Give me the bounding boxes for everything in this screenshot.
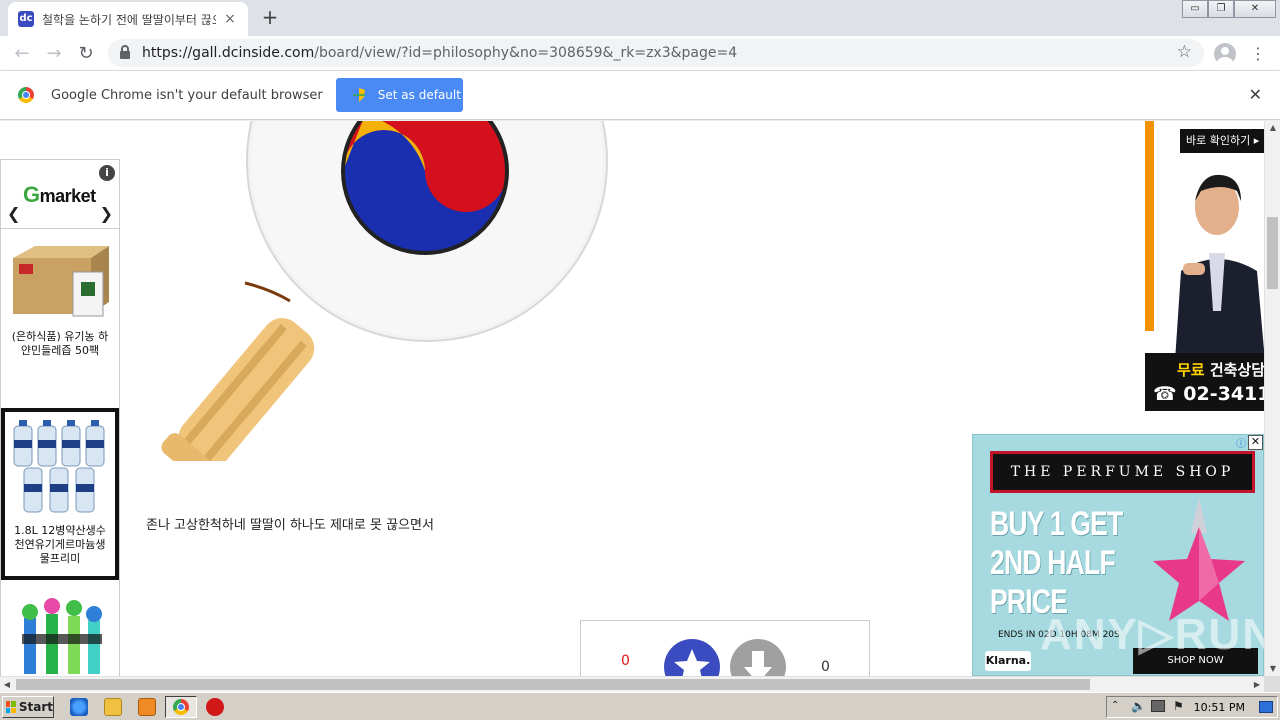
ad-model-photo xyxy=(1175,174,1264,361)
ad-product-item[interactable] xyxy=(1,590,119,676)
tab-title: 철학을 논하기 전에 딸딸이부터 끊으 xyxy=(42,12,216,27)
star-icon xyxy=(674,649,710,676)
scrollbar-corner xyxy=(1264,676,1280,692)
forward-icon[interactable]: → xyxy=(40,40,68,68)
ad-contact-strip: 무료 건축상담 ☎ 02-3411-9 xyxy=(1145,353,1264,411)
ad-line-consult: 무료 건축상담 xyxy=(1177,361,1264,379)
scroll-down-icon[interactable]: ▼ xyxy=(1265,662,1280,676)
browser-tab[interactable]: dc 철학을 논하기 전에 딸딸이부터 끊으 × xyxy=(8,2,248,36)
back-icon[interactable]: ← xyxy=(8,40,36,68)
address-bar[interactable]: https://gall.dcinside.com/board/view/?id… xyxy=(108,39,1204,67)
chrome-logo-icon xyxy=(18,87,34,103)
ad-choices-icon[interactable]: ⓘ xyxy=(1236,435,1246,450)
show-desktop-icon[interactable] xyxy=(1259,701,1273,713)
ad-product-item[interactable]: (은하식품) 유기농 하얀민들레즙 50팩 xyxy=(1,236,119,358)
system-tray: ⌃ 🔈 ⚑ 10:51 PM xyxy=(1106,696,1278,718)
lock-icon xyxy=(120,45,130,59)
downvote-count: 0 xyxy=(821,659,830,675)
uac-shield-icon xyxy=(352,88,365,102)
ad-accent-bar xyxy=(1145,121,1154,331)
url-text: https://gall.dcinside.com/board/view/?id… xyxy=(142,45,738,61)
volume-icon[interactable]: 🔈 xyxy=(1131,699,1146,713)
restore-button[interactable]: ❐ xyxy=(1208,0,1234,18)
ad-product-item-selected[interactable]: 1.8L 12병약산생수 천연유기게르마늄생물프리미 xyxy=(1,408,119,580)
bookmark-star-icon[interactable]: ☆ xyxy=(1177,42,1192,62)
media-player-icon[interactable] xyxy=(138,698,156,716)
chrome-menu-icon[interactable]: ⋮ xyxy=(1250,40,1266,68)
action-center-flag-icon[interactable]: ⚑ xyxy=(1173,699,1184,713)
vote-box: 0 0 xyxy=(580,620,870,676)
taskbar-chrome-active[interactable] xyxy=(165,696,197,718)
new-tab-button[interactable]: + xyxy=(258,6,282,30)
ad-phone-number[interactable]: ☎ 02-3411-9 xyxy=(1153,383,1264,405)
start-label: Start xyxy=(18,700,53,714)
windows-taskbar: Start ⌃ 🔈 ⚑ 10:51 PM xyxy=(0,692,1280,720)
chevron-left-icon[interactable]: ❮ xyxy=(7,204,20,223)
ad-info-icon[interactable]: i xyxy=(99,165,115,181)
folder-icon[interactable] xyxy=(104,698,122,716)
ad-cta-tag[interactable]: 바로 확인하기 ▸ xyxy=(1180,129,1264,153)
set-as-default-button[interactable]: Set as default xyxy=(335,78,463,112)
tray-expand-icon[interactable]: ⌃ xyxy=(1111,700,1119,711)
network-icon[interactable] xyxy=(1151,700,1165,712)
gmarket-ad-header: i Gmarket ❮ ❯ xyxy=(1,160,119,229)
reload-icon[interactable]: ↻ xyxy=(72,40,100,68)
chevron-right-icon[interactable]: ❯ xyxy=(100,204,113,223)
gmarket-ad[interactable]: i Gmarket ❮ ❯ (은하식품) 유기농 하얀민들레즙 50팩 1.8L… xyxy=(0,159,120,676)
vertical-scrollbar[interactable]: ▲ ▼ xyxy=(1264,121,1280,676)
page-viewport: i Gmarket ❮ ❯ (은하식품) 유기농 하얀민들레즙 50팩 1.8L… xyxy=(0,121,1264,676)
downvote-button[interactable] xyxy=(730,639,786,676)
tab-close-icon[interactable]: × xyxy=(222,11,238,27)
windows-logo-icon xyxy=(6,701,16,713)
system-clock[interactable]: 10:51 PM xyxy=(1194,701,1245,714)
product-image-giftbox xyxy=(13,246,109,317)
scroll-left-icon[interactable]: ◀ xyxy=(0,677,14,693)
product-image-water-bottles xyxy=(13,420,105,513)
scroll-right-icon[interactable]: ▶ xyxy=(1250,677,1264,693)
product-caption: (은하식품) 유기농 하얀민들레즙 50팩 xyxy=(11,330,109,357)
minimize-button[interactable]: ▭ xyxy=(1182,0,1208,18)
set-as-default-label: Set as default xyxy=(377,88,461,102)
browser-toolbar: ← → ↻ https://gall.dcinside.com/board/vi… xyxy=(0,36,1280,71)
antivirus-icon[interactable] xyxy=(206,698,224,716)
architecture-consult-ad[interactable]: 바로 확인하기 ▸ 무료 건축상담 ☎ 02-3411-9 xyxy=(1145,121,1264,411)
infobar-message: Google Chrome isn't your default browser xyxy=(51,87,323,103)
close-window-button[interactable]: ✕ xyxy=(1234,0,1276,18)
vertical-scroll-thumb[interactable] xyxy=(1267,217,1278,289)
profile-avatar-icon[interactable] xyxy=(1214,43,1236,65)
infobar-close-icon[interactable]: ✕ xyxy=(1249,85,1262,104)
chrome-taskbar-icon xyxy=(173,699,189,715)
ad-close-icon[interactable]: ✕ xyxy=(1248,435,1263,450)
product-image-toys xyxy=(22,598,102,674)
product-caption: 1.8L 12병약산생수 천연유기게르마늄생물프리미 xyxy=(14,524,106,565)
arrow-down-icon xyxy=(744,651,772,676)
default-browser-infobar: Google Chrome isn't your default browser… xyxy=(0,71,1280,120)
post-image-taegeuk-drum xyxy=(161,121,608,461)
horizontal-scroll-thumb[interactable] xyxy=(16,679,1090,690)
upvote-button[interactable] xyxy=(664,639,720,676)
gmarket-logo: Gmarket xyxy=(23,182,96,207)
post-body-text: 존나 고상한척하네 딸딸이 하나도 제대로 못 끊으면서 xyxy=(146,518,434,533)
dcinside-favicon-icon: dc xyxy=(18,11,34,27)
horizontal-scrollbar[interactable]: ◀ ▶ xyxy=(0,676,1264,692)
start-button[interactable]: Start xyxy=(2,696,54,718)
upvote-count: 0 xyxy=(621,653,630,669)
perfume-brand-banner: THE PERFUME SHOP xyxy=(990,451,1255,493)
scroll-up-icon[interactable]: ▲ xyxy=(1265,121,1280,135)
anyrun-watermark: ANY▷RUN xyxy=(1040,610,1264,659)
klarna-logo: Klarna. xyxy=(985,651,1031,671)
perfume-headline: BUY 1 GET 2ND HALF PRICE xyxy=(990,505,1123,621)
tab-strip: dc 철학을 논하기 전에 딸딸이부터 끊으 × + ▭ ❐ ✕ xyxy=(0,0,1280,36)
internet-explorer-icon[interactable] xyxy=(70,698,88,716)
